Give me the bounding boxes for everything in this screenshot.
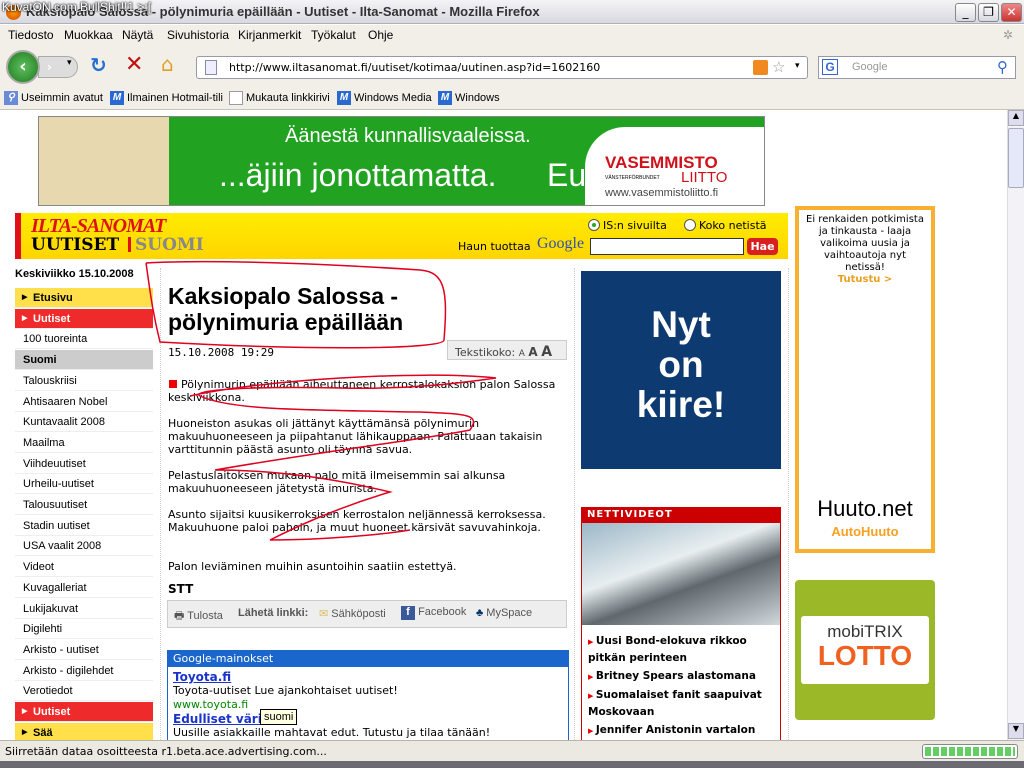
menu-file[interactable]: Tiedosto [8,28,54,42]
menu-edit[interactable]: Muokkaa [64,28,113,42]
bookmark-customize[interactable]: Mukauta linkkirivi [229,91,330,105]
url-bar[interactable]: http://www.iltasanomat.fi/uutiset/kotima… [196,56,808,79]
minimize-button[interactable]: _ [955,3,976,22]
bookmark-hotmail[interactable]: M Ilmainen Hotmail-tili [110,91,223,105]
progress-bar [922,744,1018,759]
bookmark-label: Useimmin avatut [21,92,103,104]
taskbar-strip [0,761,1024,768]
scroll-down-icon[interactable]: ▼ [1008,723,1024,739]
bookmarks-toolbar: ⚲ Useimmin avatut M Ilmainen Hotmail-tili … [0,88,1024,110]
page-icon [205,60,217,75]
menu-bar: Tiedosto Muokkaa Näytä Sivuhistoria Kirj… [0,25,1024,46]
bookmark-windows[interactable]: M Windows [438,91,500,105]
reload-icon[interactable]: ↻ [90,53,107,77]
scrollbar-thumb[interactable] [1008,128,1024,188]
url-text[interactable]: http://www.iltasanomat.fi/uutiset/kotima… [229,61,600,74]
bookmark-star-icon[interactable]: ☆ [772,58,785,76]
status-text: Siirretään dataa osoitteesta r1.beta.ace… [5,745,327,758]
bookmark-label: Windows Media [354,92,432,104]
back-button[interactable]: ‹ [6,50,40,84]
forward-button[interactable]: › [38,56,78,78]
watermark: KuvatON.com BullShit!!1 >:[ [2,0,152,14]
menu-view[interactable]: Näytä [122,28,153,42]
home-icon[interactable]: ⌂ [161,52,174,76]
bookmark-label: Ilmainen Hotmail-tili [127,92,223,104]
close-button[interactable]: ✕ [1001,3,1022,22]
bookmark-windows-media[interactable]: M Windows Media [337,91,432,105]
rss-icon[interactable] [753,60,768,75]
menu-bookmarks[interactable]: Kirjanmerkit [238,28,301,42]
status-bar: Siirretään dataa osoitteesta r1.beta.ace… [0,740,1024,761]
title-bar: Kaksiopalo Salossa - pölynimuria epäillä… [0,0,1024,24]
search-box[interactable]: G Google ⚲ [818,56,1016,79]
bookmark-most-visited[interactable]: ⚲ Useimmin avatut [4,91,103,105]
history-dropdown-icon[interactable]: ▾ [67,58,72,68]
menu-tools[interactable]: Työkalut [311,28,356,42]
bookmark-label: Windows [455,92,500,104]
stop-icon[interactable]: ✕ [125,52,143,77]
maximize-button[interactable]: ❐ [978,3,999,22]
page-content: Äänestä kunnallisvaaleissa. ...äjiin jon… [0,110,1007,740]
search-placeholder[interactable]: Google [852,61,887,73]
menu-help[interactable]: Ohje [368,28,393,42]
progress-fill [925,747,1015,756]
google-engine-icon[interactable]: G [822,59,838,75]
vertical-scrollbar[interactable]: ▲ ▼ [1007,110,1024,740]
throbber-icon: ✲ [1003,28,1014,42]
scroll-up-icon[interactable]: ▲ [1008,110,1024,126]
url-dropdown-icon[interactable]: ▾ [795,61,800,71]
red-scribble-annotation [145,260,497,541]
navigation-toolbar: › ‹ ▾ ↻ ✕ ⌂ http://www.iltasanomat.fi/uu… [0,46,1024,88]
bookmark-label: Mukauta linkkirivi [246,92,330,104]
search-magnifier-icon[interactable]: ⚲ [997,58,1008,76]
menu-history[interactable]: Sivuhistoria [167,28,229,42]
